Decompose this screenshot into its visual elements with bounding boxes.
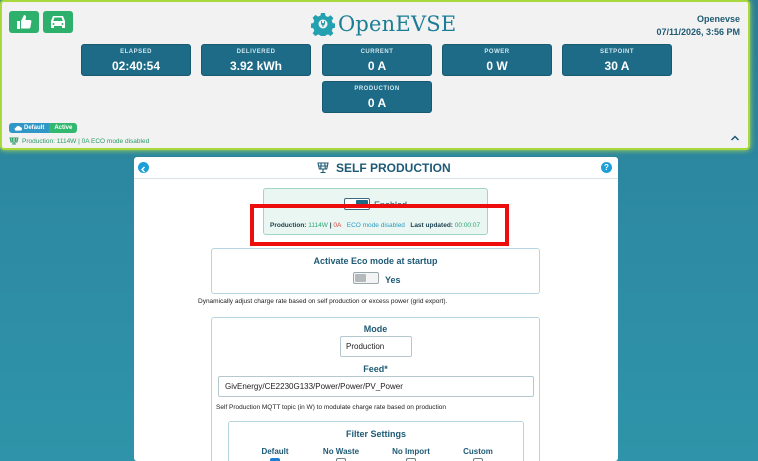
card-current: CURRENT 0 A (322, 44, 432, 76)
card-delivered: DELIVERED 3.92 kWh (201, 44, 311, 76)
chevron-up-icon[interactable] (730, 134, 740, 142)
feed-input[interactable]: GivEnergy/CE2230G133/Power/Power/PV_Powe… (218, 376, 534, 397)
thumbs-up-button[interactable] (9, 11, 39, 33)
badge-default-label: Default (24, 125, 45, 131)
panel-title-bar: SELF PRODUCTION ? (134, 157, 618, 179)
page-title: SELF PRODUCTION (316, 161, 451, 175)
mode-box: Mode Production Feed* GivEnergy/CE2230G1… (211, 317, 540, 461)
eco-mode-value: Yes (385, 275, 401, 285)
header-panel: OpenEVSE Openevse 07/11/2026, 3:56 PM EL… (0, 0, 750, 150)
help-icon[interactable]: ? (601, 162, 612, 173)
card-value: 0 A (367, 96, 387, 110)
page-title-text: SELF PRODUCTION (336, 161, 451, 175)
openevse-logo: OpenEVSE (311, 11, 456, 37)
highlight-box (250, 204, 509, 246)
schedule-badges: Default Active (9, 123, 78, 133)
filter-nowaste-label: No Waste (322, 447, 360, 456)
filter-custom-option[interactable]: Custom (448, 447, 508, 461)
card-label: CURRENT (360, 49, 394, 55)
card-label: SETPOINT (599, 49, 634, 55)
eco-mode-box: Activate Eco mode at startup Yes (211, 248, 540, 294)
thumbs-up-icon (17, 15, 32, 29)
self-production-panel: SELF PRODUCTION ? Enabled Production: 11… (134, 157, 618, 461)
device-name: Openevse (696, 14, 740, 24)
card-value: 0 A (367, 59, 387, 73)
filter-custom-label: Custom (463, 447, 493, 456)
card-production: PRODUCTION 0 A (322, 81, 432, 113)
feed-title: Feed* (363, 364, 388, 374)
production-status-line[interactable]: Production: 1114W | 0A ECO mode disabled (9, 137, 149, 145)
card-label: ELAPSED (120, 49, 152, 55)
filter-default-option[interactable]: Default (245, 447, 305, 461)
badge-active: Active (49, 123, 78, 133)
cloud-icon (14, 125, 22, 131)
feed-description: Self Production MQTT topic (in W) to mod… (216, 404, 447, 411)
gear-plug-icon (311, 13, 335, 36)
solar-panel-icon (317, 162, 329, 174)
filter-noimport-option[interactable]: No Import (381, 447, 441, 461)
eco-mode-toggle[interactable] (353, 272, 379, 284)
card-value: 3.92 kWh (229, 59, 283, 73)
filter-settings-title: Filter Settings (345, 429, 406, 439)
dynamic-description: Dynamically adjust charge rate based on … (198, 298, 448, 305)
filter-settings-box: Filter Settings Default No Waste No Impo… (228, 421, 524, 461)
card-value: 0 W (486, 59, 508, 73)
device-info: Openevse 07/11/2026, 3:56 PM (656, 13, 740, 39)
filter-noimport-label: No Import (392, 447, 430, 456)
card-value: 02:40:54 (111, 59, 161, 73)
filter-default-label: Default (261, 447, 289, 456)
mode-select[interactable]: Production (340, 336, 412, 357)
card-value: 30 A (604, 59, 630, 73)
card-label: PRODUCTION (354, 86, 400, 92)
card-label: DELIVERED (236, 49, 276, 55)
badge-default[interactable]: Default (9, 123, 50, 133)
eco-mode-title: Activate Eco mode at startup (313, 256, 438, 266)
production-status-text: Production: 1114W | 0A ECO mode disabled (22, 137, 150, 145)
card-elapsed: ELAPSED 02:40:54 (81, 44, 191, 76)
solar-panel-icon (9, 137, 19, 145)
card-setpoint: SETPOINT 30 A (562, 44, 672, 76)
device-datetime: 07/11/2026, 3:56 PM (656, 27, 740, 37)
filter-nowaste-option[interactable]: No Waste (311, 447, 371, 461)
back-arrow-icon[interactable] (138, 162, 149, 173)
car-button[interactable] (43, 11, 73, 33)
mode-title: Mode (363, 324, 388, 334)
car-icon (51, 16, 65, 28)
brand-name: OpenEVSE (338, 12, 457, 36)
card-power: POWER 0 W (442, 44, 552, 76)
card-label: POWER (484, 49, 510, 55)
